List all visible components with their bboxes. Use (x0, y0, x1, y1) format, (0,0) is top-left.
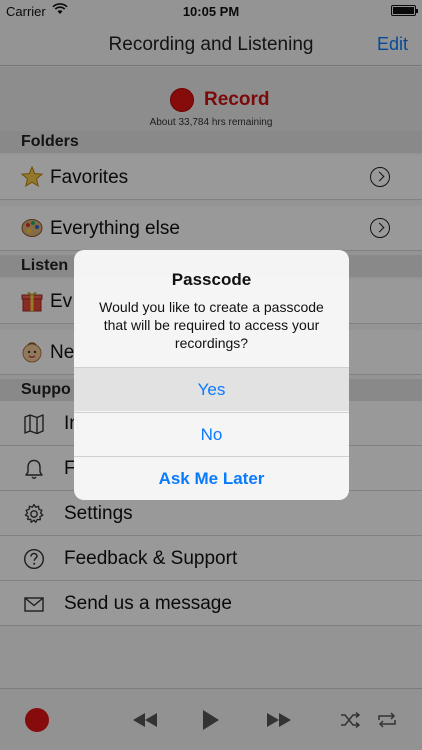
yes-button[interactable]: Yes (74, 367, 349, 411)
no-button[interactable]: No (74, 412, 349, 456)
passcode-alert-dialog: Passcode Would you like to create a pass… (74, 250, 349, 500)
ask-me-later-button[interactable]: Ask Me Later (74, 456, 349, 500)
alert-message: Would you like to create a passcode that… (99, 299, 324, 351)
alert-title: Passcode (171, 270, 252, 289)
